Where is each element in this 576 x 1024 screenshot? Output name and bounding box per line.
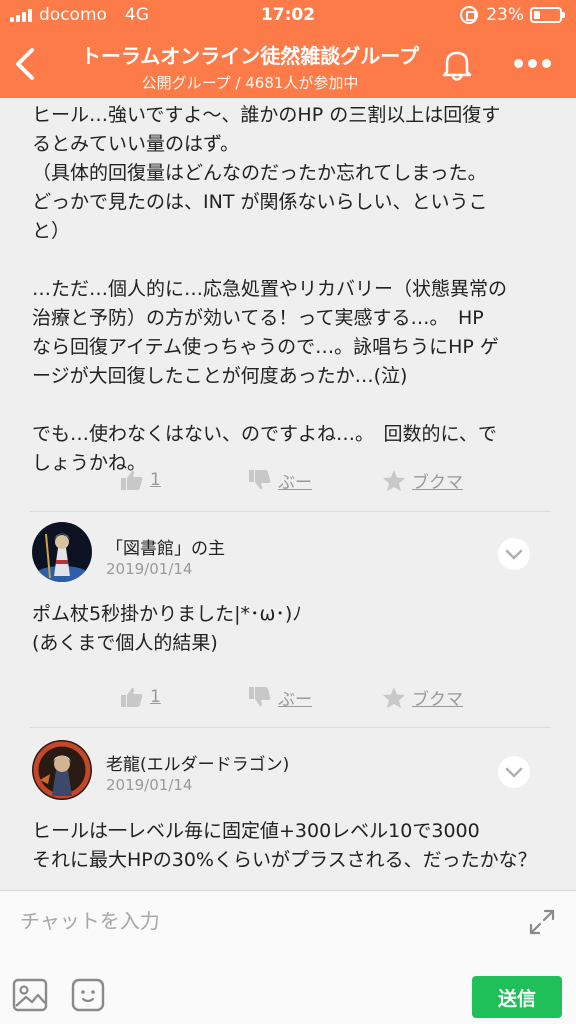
group-title: トーラムオンライン徒然雑談グループ <box>80 44 420 68</box>
star-icon <box>383 686 405 708</box>
boo-label: ぶー <box>278 472 312 493</box>
star-icon <box>383 469 405 491</box>
emoji-icon <box>71 978 105 1012</box>
bookmark-button[interactable]: ブクマ <box>382 682 463 712</box>
app-header: docomo 4G 17:02 23% トーラムオンライン徒然雑談グループ 公開… <box>0 0 576 98</box>
message-list[interactable]: ヒール…強いですよ〜、誰かのHP の三割以上は回復す るとみていい量のはず。 （… <box>0 98 576 890</box>
post-date: 2019/01/14 <box>106 560 193 578</box>
user-name[interactable]: 「図書館」の主 <box>106 534 225 559</box>
divider <box>30 511 551 512</box>
thumbs-down-icon <box>249 470 271 490</box>
chevron-down-icon <box>505 767 523 778</box>
chevron-left-icon <box>16 48 34 80</box>
like-count: 1 <box>150 687 161 707</box>
expand-icon <box>529 909 555 935</box>
character-avatar-image <box>32 522 92 582</box>
like-button[interactable]: 1 <box>120 682 161 712</box>
battery-percent: 23% <box>486 5 524 25</box>
reaction-bar: 1 ぶー ブクマ <box>0 465 576 495</box>
bell-icon <box>442 51 472 81</box>
thumbs-up-icon <box>121 687 143 707</box>
message-body: ポム杖5秒掛かりました|*･ω･)ﾉ (あくまで個人的結果) <box>32 603 302 654</box>
battery-icon <box>530 7 565 23</box>
boo-button[interactable]: ぶー <box>248 682 312 712</box>
like-button[interactable]: 1 <box>120 465 161 495</box>
bookmark-button[interactable]: ブクマ <box>382 465 463 495</box>
emoji-button[interactable] <box>71 978 105 1012</box>
character-avatar-image <box>32 740 92 800</box>
reaction-bar: 1 ぶー ブクマ <box>0 682 576 712</box>
image-attach-button[interactable] <box>12 978 48 1012</box>
group-subtitle: 公開グループ / 4681人が参加中 <box>141 74 359 92</box>
avatar[interactable] <box>32 522 92 582</box>
expand-input-button[interactable] <box>528 908 556 936</box>
avatar[interactable] <box>32 740 92 800</box>
divider <box>30 727 551 728</box>
message-body: ヒールは一レベル毎に固定値+300レベル10で3000 それに最大HPの30%く… <box>32 820 537 871</box>
message-menu-button[interactable] <box>498 538 530 570</box>
status-bar: docomo 4G 17:02 23% <box>0 0 576 32</box>
more-options-button[interactable] <box>508 50 558 76</box>
boo-button[interactable]: ぶー <box>248 465 312 495</box>
bookmark-label: ブクマ <box>412 689 463 710</box>
send-button[interactable]: 送信 <box>472 976 562 1018</box>
chevron-down-icon <box>505 549 523 560</box>
back-button[interactable] <box>10 44 40 84</box>
image-icon <box>12 978 48 1012</box>
boo-label: ぶー <box>278 689 312 710</box>
user-name[interactable]: 老龍(エルダードラゴン) <box>106 750 289 775</box>
message-menu-button[interactable] <box>498 756 530 788</box>
thumbs-up-icon <box>121 470 143 490</box>
like-count: 1 <box>150 470 161 490</box>
header-title-block[interactable]: トーラムオンライン徒然雑談グループ 公開グループ / 4681人が参加中 <box>60 40 440 93</box>
post-date: 2019/01/14 <box>106 776 193 794</box>
thumbs-down-icon <box>249 687 271 707</box>
bookmark-label: ブクマ <box>412 472 463 493</box>
orientation-lock-icon <box>460 6 479 24</box>
message-body: ヒール…強いですよ〜、誰かのHP の三割以上は回復す るとみていい量のはず。 （… <box>32 104 508 474</box>
notification-button[interactable] <box>437 44 477 84</box>
chat-input[interactable] <box>20 903 500 939</box>
